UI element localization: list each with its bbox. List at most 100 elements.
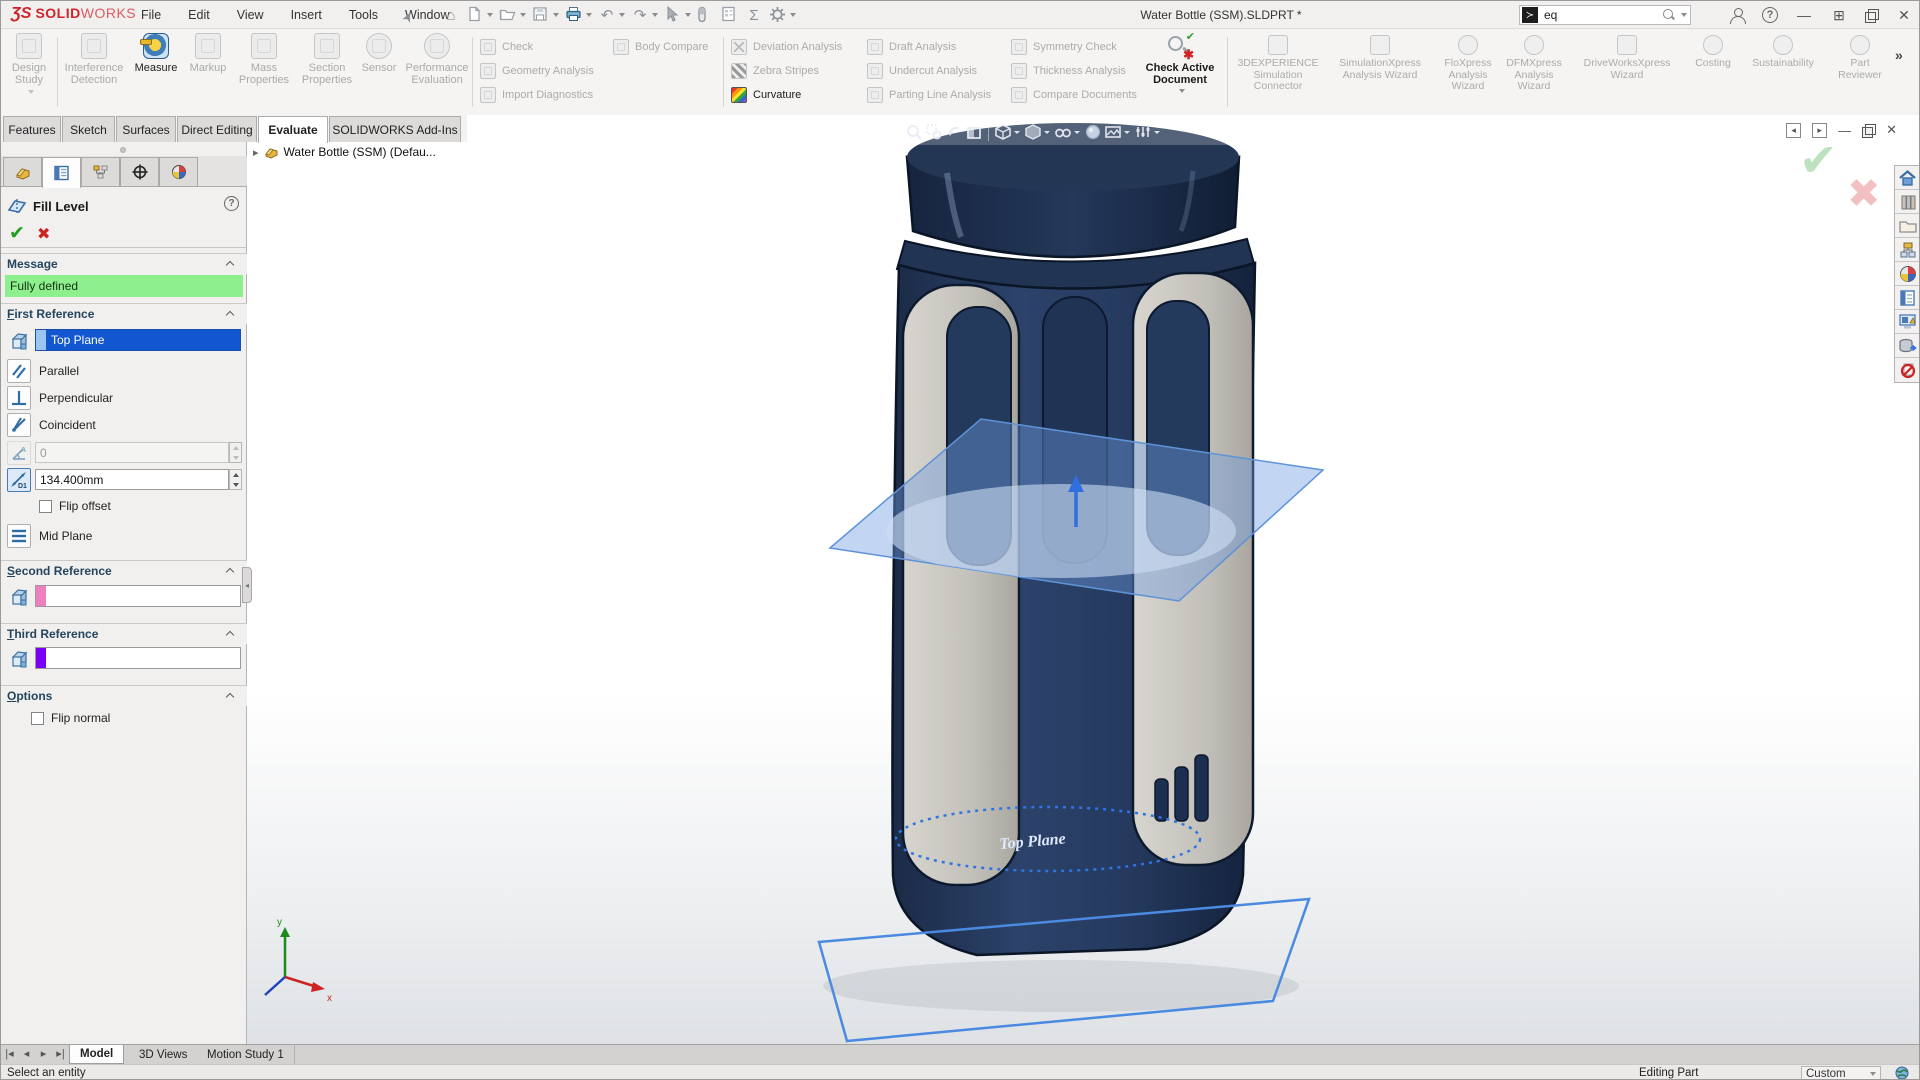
view-settings-icon[interactable] bbox=[1134, 123, 1152, 141]
chevron-down-icon[interactable] bbox=[487, 13, 493, 17]
floxpress-wizard-button[interactable]: FloXpress Analysis Wizard bbox=[1437, 35, 1499, 93]
help-icon[interactable]: ? bbox=[224, 196, 239, 211]
sustainability-button[interactable]: Sustainability bbox=[1741, 35, 1825, 70]
draft-analysis-button[interactable]: Draft Analysis bbox=[867, 37, 956, 57]
symmetry-check-button[interactable]: Symmetry Check bbox=[1011, 37, 1117, 57]
equations-button[interactable]: Σ bbox=[742, 4, 766, 26]
distance-option-button[interactable]: D1 bbox=[7, 468, 31, 492]
menu-edit[interactable]: Edit bbox=[188, 8, 210, 22]
3dexperience-simulation-connector-button[interactable]: 3DEXPERIENCE Simulation Connector bbox=[1233, 35, 1323, 93]
costing-button[interactable]: Costing bbox=[1689, 35, 1737, 70]
chevron-down-icon[interactable] bbox=[28, 90, 34, 94]
globe-status-icon[interactable] bbox=[1895, 1066, 1909, 1080]
interference-detection-button[interactable]: Interference Detection bbox=[61, 33, 127, 111]
ok-button[interactable] bbox=[9, 222, 25, 244]
angle-input[interactable] bbox=[35, 442, 229, 463]
second-reference-selection-field[interactable] bbox=[35, 585, 241, 607]
chevron-down-icon[interactable] bbox=[1014, 131, 1020, 134]
task-file-explorer-button[interactable] bbox=[1895, 238, 1920, 262]
previous-view-icon[interactable] bbox=[945, 123, 963, 141]
viewport-3d-scene[interactable]: Top Plane y x bbox=[247, 115, 1920, 1044]
rebuild-button[interactable] bbox=[718, 4, 742, 26]
save-button[interactable] bbox=[529, 4, 562, 26]
chevron-down-icon[interactable] bbox=[1124, 131, 1130, 134]
search-input[interactable] bbox=[1542, 7, 1662, 23]
chevron-down-icon[interactable] bbox=[520, 13, 526, 17]
tab-configurationmanager[interactable] bbox=[81, 157, 120, 187]
display-style-icon[interactable] bbox=[1024, 123, 1042, 141]
chevron-down-icon[interactable] bbox=[1154, 131, 1160, 134]
tab-surfaces[interactable]: Surfaces bbox=[116, 116, 176, 142]
panel-resize-handle[interactable] bbox=[120, 147, 126, 153]
chevron-down-icon[interactable] bbox=[553, 13, 559, 17]
zoom-area-icon[interactable] bbox=[925, 123, 943, 141]
document-minimize-button[interactable]: — bbox=[1838, 123, 1851, 138]
tab-propertymanager[interactable] bbox=[42, 157, 81, 188]
deviation-analysis-button[interactable]: Deviation Analysis bbox=[731, 37, 842, 57]
select-button[interactable] bbox=[661, 4, 694, 26]
expand-arrow-icon[interactable] bbox=[253, 145, 259, 159]
flip-offset-checkbox[interactable] bbox=[39, 500, 52, 513]
tab-motion-study-1[interactable]: Motion Study 1 bbox=[197, 1045, 295, 1064]
task-custom-properties-button[interactable] bbox=[1895, 286, 1920, 310]
task-resources-button[interactable] bbox=[1895, 190, 1920, 214]
measure-button[interactable]: Measure bbox=[129, 33, 183, 111]
scroll-left-icon[interactable]: ◂ bbox=[21, 1047, 32, 1060]
chevron-down-icon[interactable] bbox=[1044, 131, 1050, 134]
tab-sketch[interactable]: Sketch bbox=[62, 116, 115, 142]
hide-show-items-icon[interactable] bbox=[1054, 123, 1072, 141]
task-appearances-button[interactable] bbox=[1895, 262, 1920, 286]
pin-menu-icon[interactable] bbox=[401, 7, 417, 23]
confirmation-cancel-button[interactable]: ✖ bbox=[1847, 171, 1881, 217]
cancel-button[interactable] bbox=[37, 224, 50, 243]
check-button[interactable]: Check bbox=[480, 37, 533, 57]
redo-button[interactable]: ↷ bbox=[628, 4, 661, 26]
home-button[interactable]: ⌂ bbox=[439, 4, 463, 26]
help-icon[interactable]: ? bbox=[1762, 7, 1778, 23]
close-button[interactable] bbox=[1895, 7, 1913, 24]
task-design-library-button[interactable] bbox=[1895, 214, 1920, 238]
chevron-down-icon[interactable] bbox=[790, 13, 796, 17]
coincident-option-button[interactable] bbox=[7, 413, 31, 437]
panel-splitter-handle[interactable] bbox=[242, 567, 252, 603]
section-second-reference[interactable]: Second Reference bbox=[1, 560, 247, 581]
offset-distance-input[interactable] bbox=[35, 469, 229, 490]
zoom-fit-icon[interactable] bbox=[905, 123, 923, 141]
new-document-button[interactable] bbox=[463, 4, 496, 26]
section-message[interactable]: Message bbox=[1, 253, 247, 274]
tab-solidworks-addins[interactable]: SOLIDWORKS Add-Ins bbox=[329, 116, 461, 142]
scroll-right-icon[interactable]: ▸ bbox=[38, 1047, 49, 1060]
task-home-button[interactable] bbox=[1895, 166, 1920, 190]
tab-displaymanager[interactable] bbox=[159, 157, 198, 187]
perpendicular-option-button[interactable] bbox=[7, 386, 31, 410]
tab-evaluate[interactable]: Evaluate bbox=[258, 116, 328, 143]
chevron-down-icon[interactable] bbox=[1179, 89, 1185, 93]
restore-button[interactable] bbox=[1865, 9, 1878, 22]
task-view-palette-button[interactable] bbox=[1895, 310, 1920, 334]
open-button[interactable] bbox=[496, 4, 529, 26]
graphics-area[interactable]: Top Plane y x bbox=[247, 115, 1920, 1044]
chevron-down-icon[interactable] bbox=[619, 13, 625, 17]
section-first-reference[interactable]: First Reference bbox=[1, 303, 247, 324]
section-third-reference[interactable]: Third Reference bbox=[1, 623, 247, 644]
curvature-button[interactable]: Curvature bbox=[731, 85, 801, 105]
chevron-down-icon[interactable] bbox=[1681, 13, 1687, 17]
section-properties-button[interactable]: Section Properties bbox=[299, 33, 355, 111]
document-close-button[interactable]: ✕ bbox=[1886, 122, 1897, 138]
menu-view[interactable]: View bbox=[237, 8, 264, 22]
confirmation-ok-button[interactable]: ✔ bbox=[1799, 133, 1838, 187]
angle-option-button[interactable]: A bbox=[7, 441, 31, 465]
tab-dimxpertmanager[interactable] bbox=[120, 157, 159, 187]
tile-windows-button[interactable] bbox=[1830, 7, 1848, 24]
document-restore-button[interactable] bbox=[1862, 124, 1875, 137]
ribbon-overflow-button[interactable]: » bbox=[1895, 47, 1903, 63]
collapse-chevron-icon[interactable] bbox=[226, 693, 234, 701]
flip-normal-checkbox[interactable] bbox=[31, 712, 44, 725]
collapse-chevron-icon[interactable] bbox=[226, 261, 234, 269]
tab-3d-views[interactable]: 3D Views bbox=[129, 1045, 198, 1064]
part-reviewer-button[interactable]: Part Reviewer bbox=[1829, 35, 1891, 81]
thickness-analysis-button[interactable]: Thickness Analysis bbox=[1011, 61, 1126, 81]
user-account-icon[interactable] bbox=[1729, 7, 1745, 23]
view-orientation-icon[interactable] bbox=[994, 123, 1012, 141]
angle-spinner[interactable] bbox=[229, 442, 242, 463]
